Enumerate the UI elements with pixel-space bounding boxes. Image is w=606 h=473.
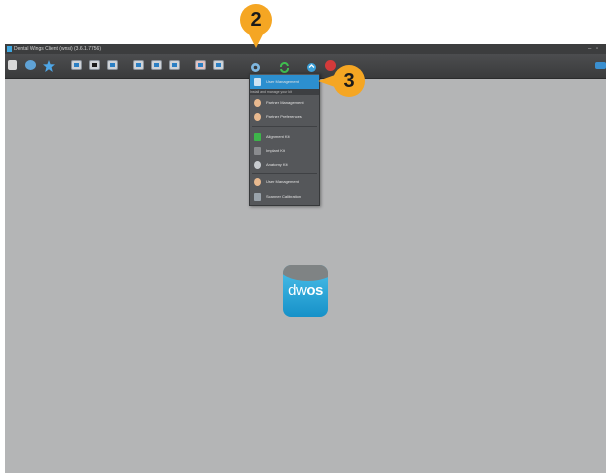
monitor-dark-icon[interactable] [89, 60, 100, 70]
maximize-icon[interactable]: ▫ [596, 44, 598, 54]
edit-icon[interactable] [8, 60, 17, 70]
tools-icon[interactable] [25, 60, 36, 70]
logo-text: dwos [288, 282, 323, 299]
menu-item-user-management[interactable]: User Management [250, 75, 319, 89]
monitor-icon[interactable] [71, 60, 82, 70]
menu-subtext: Install and manage your kit [250, 89, 319, 95]
app-icon [7, 46, 12, 52]
monitor-icon[interactable] [133, 60, 144, 70]
shutdown-icon[interactable] [325, 60, 336, 71]
menu-item-partner-management[interactable]: Partner Management [250, 96, 319, 110]
menu-separator [252, 173, 317, 174]
sync-icon[interactable] [279, 60, 290, 73]
monitor-icon[interactable] [151, 60, 162, 70]
step-3-arrow [318, 75, 335, 87]
update-icon[interactable] [306, 60, 317, 72]
settings-dropdown-menu: User Management Install and manage your … [249, 73, 320, 206]
menu-item-alignment-kit[interactable]: Alignment Kit [250, 130, 319, 144]
star-icon[interactable] [43, 59, 55, 72]
alignment-kit-icon [254, 133, 261, 141]
step-2-arrow [249, 34, 263, 48]
monitor-icon[interactable] [107, 60, 118, 70]
menu-separator [252, 126, 317, 127]
implant-kit-icon [254, 147, 261, 155]
monitor-icon[interactable] [213, 60, 224, 70]
partner-icon [254, 99, 261, 107]
menu-item-partner-preferences[interactable]: Partner Preferences [250, 110, 319, 124]
title-bar: Dental Wings Client (wnsi) (3.6.1.7756) … [5, 44, 606, 54]
monitor-red-icon[interactable] [195, 60, 206, 70]
menu-item-user-management-2[interactable]: User Management [250, 175, 319, 189]
step-3-callout: 3 [333, 65, 365, 97]
settings-icon[interactable] [250, 60, 261, 72]
expand-icon[interactable] [595, 62, 606, 69]
dwos-logo: dwos [283, 265, 328, 317]
anatomy-kit-icon [254, 161, 261, 169]
user-management-icon [254, 78, 261, 86]
monitor-icon[interactable] [169, 60, 180, 70]
logo-swoosh [283, 265, 328, 281]
minimize-icon[interactable]: – [588, 44, 591, 54]
menu-item-anatomy-kit[interactable]: Anatomy Kit [250, 158, 319, 172]
window-title: Dental Wings Client (wnsi) (3.6.1.7756) [14, 46, 101, 52]
menu-item-implant-kit[interactable]: Implant Kit [250, 144, 319, 158]
partner-preferences-icon [254, 113, 261, 121]
step-2-callout: 2 [240, 4, 272, 36]
scanner-calibration-icon [254, 193, 261, 201]
menu-item-scanner-calibration[interactable]: Scanner Calibration [250, 190, 319, 204]
user-icon [254, 178, 261, 186]
